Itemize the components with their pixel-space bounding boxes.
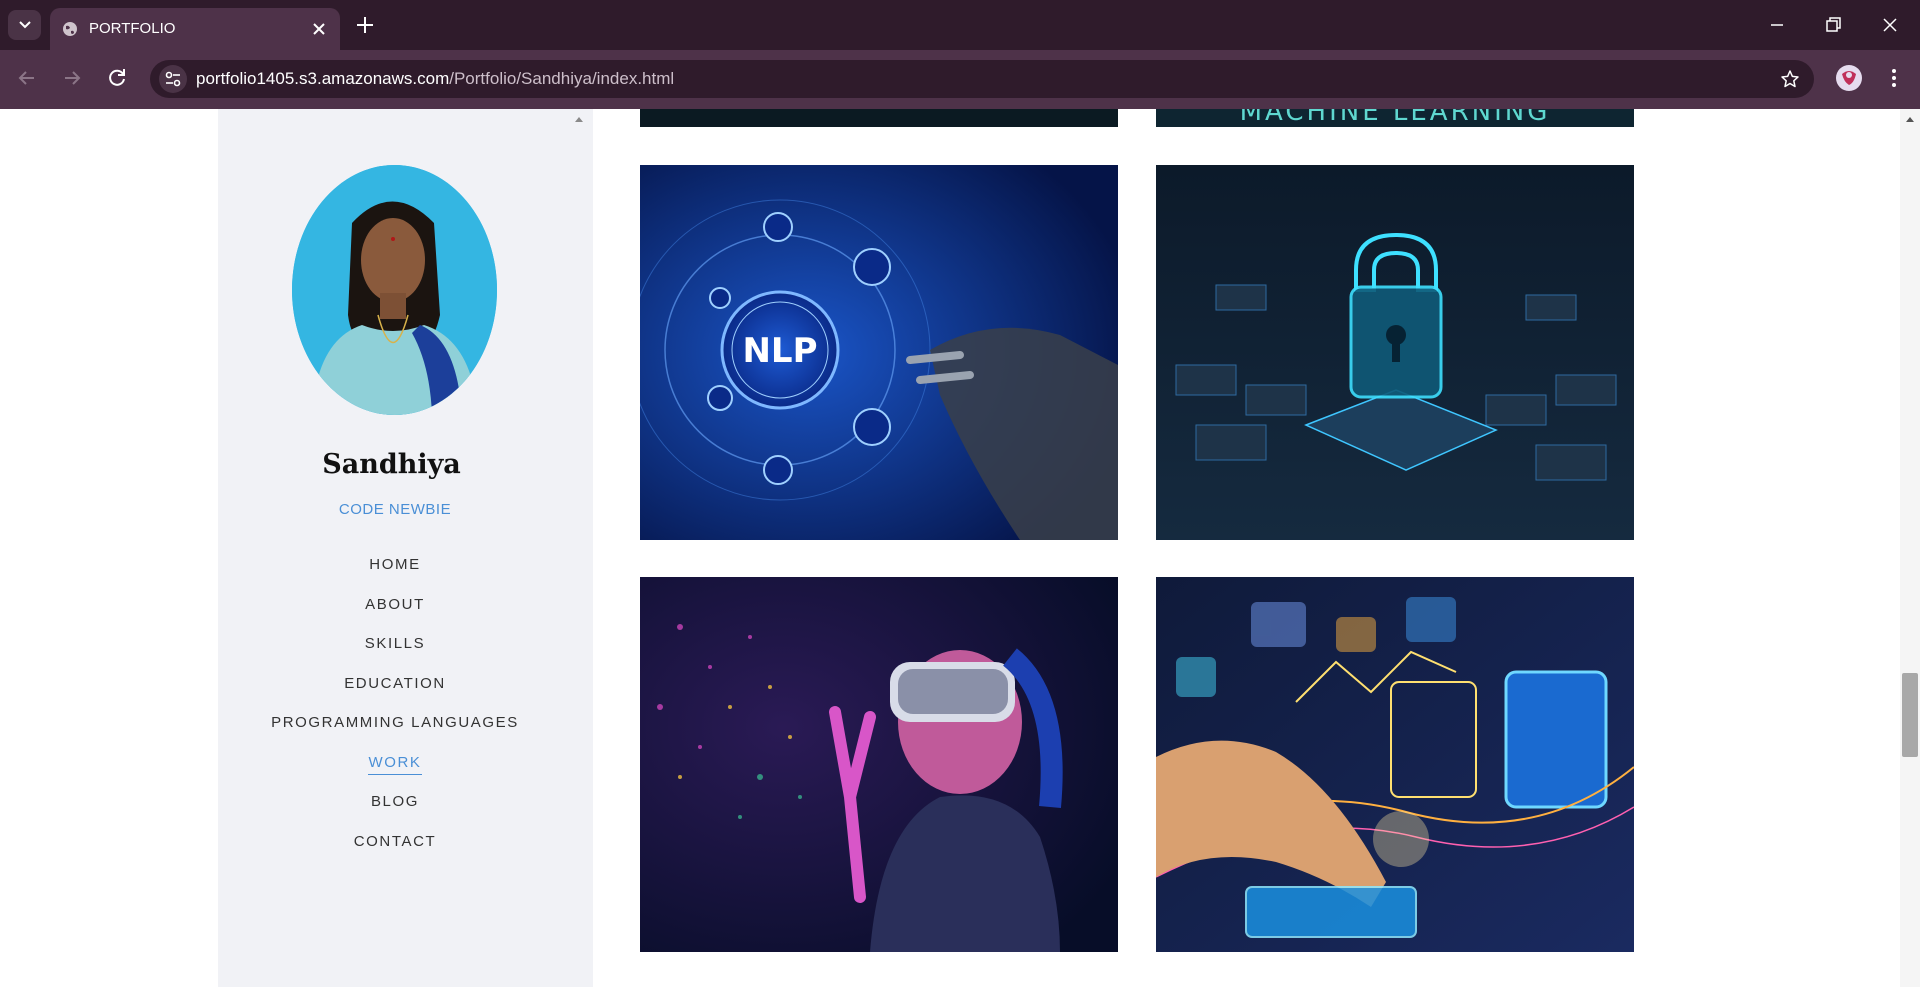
- nav-label[interactable]: WORK: [368, 754, 422, 775]
- profile-role: CODE NEWBIE: [338, 501, 452, 518]
- page-viewport: Sandhiya CODE NEWBIE HOME ABOUT SKILLS E…: [0, 109, 1900, 987]
- nav-item-programming-languages[interactable]: PROGRAMMING LANGUAGES: [218, 714, 572, 754]
- restore-icon[interactable]: [1822, 14, 1844, 36]
- nav-label[interactable]: SKILLS: [365, 635, 425, 655]
- work-image-vr-headset[interactable]: [640, 577, 1118, 952]
- page-scrollbar[interactable]: [1900, 109, 1920, 987]
- work-image-nlp[interactable]: NLP: [640, 165, 1118, 540]
- nav-label[interactable]: HOME: [369, 556, 420, 576]
- profile-avatar[interactable]: [1836, 65, 1862, 91]
- close-tab-icon[interactable]: [310, 20, 328, 38]
- reload-icon[interactable]: [104, 65, 130, 91]
- work-image-cyber-lock[interactable]: [1156, 165, 1634, 540]
- nav-label[interactable]: ABOUT: [365, 596, 425, 616]
- nav-label[interactable]: PROGRAMMING LANGUAGES: [271, 714, 519, 734]
- url-text: portfolio1405.s3.amazonaws.com/Portfolio…: [196, 69, 674, 89]
- nlp-label: NLP: [742, 331, 817, 371]
- menu-dots-icon[interactable]: [1884, 66, 1904, 90]
- toolbar: portfolio1405.s3.amazonaws.com/Portfolio…: [0, 50, 1920, 109]
- nav-item-skills[interactable]: SKILLS: [218, 635, 572, 675]
- nav-label[interactable]: CONTACT: [354, 833, 437, 853]
- nav-item-work[interactable]: WORK: [218, 754, 572, 794]
- nav-label[interactable]: BLOG: [371, 793, 419, 813]
- address-bar[interactable]: portfolio1405.s3.amazonaws.com/Portfolio…: [150, 60, 1814, 98]
- scroll-up-icon[interactable]: [1906, 117, 1914, 122]
- browser-chrome: PORTFOLIO portfolio1405.s3.amazonaws.com…: [0, 0, 1920, 109]
- profile-name: Sandhiya: [322, 449, 461, 480]
- globe-icon: [63, 22, 77, 36]
- sidebar-scroll-up-icon[interactable]: [575, 117, 583, 122]
- nav-item-education[interactable]: EDUCATION: [218, 675, 572, 715]
- url-path: /Portfolio/Sandhiya/index.html: [449, 69, 675, 88]
- banner-text: MACHINE LEARNING: [1239, 109, 1551, 127]
- main-nav: HOME ABOUT SKILLS EDUCATION PROGRAMMING …: [218, 556, 572, 872]
- tab-bar: PORTFOLIO: [0, 0, 1920, 50]
- tab-portfolio[interactable]: PORTFOLIO: [50, 8, 340, 50]
- nav-item-home[interactable]: HOME: [218, 556, 572, 596]
- profile-photo: [292, 165, 497, 415]
- work-image-digital-touch[interactable]: [1156, 577, 1634, 952]
- back-icon[interactable]: [14, 65, 40, 91]
- site-info-button[interactable]: [159, 65, 187, 93]
- nav-label[interactable]: EDUCATION: [344, 675, 446, 695]
- url-domain: portfolio1405.s3.amazonaws.com: [196, 69, 450, 88]
- minimize-icon[interactable]: [1766, 14, 1788, 36]
- scrollbar-thumb[interactable]: [1902, 673, 1918, 757]
- profile-icon: [1842, 71, 1856, 85]
- nav-item-blog[interactable]: BLOG: [218, 793, 572, 833]
- nav-item-about[interactable]: ABOUT: [218, 596, 572, 636]
- nav-item-contact[interactable]: CONTACT: [218, 833, 572, 873]
- chevron-down-icon: [18, 21, 31, 29]
- work-image-machine-learning[interactable]: MACHINE LEARNING: [1156, 109, 1634, 127]
- bookmark-star-icon[interactable]: [1780, 69, 1800, 89]
- close-window-icon[interactable]: [1879, 14, 1901, 36]
- tab-search-button[interactable]: [8, 10, 41, 40]
- tab-title: PORTFOLIO: [89, 20, 176, 37]
- new-tab-icon[interactable]: [354, 14, 376, 36]
- work-image-top-left[interactable]: [640, 109, 1118, 127]
- forward-icon[interactable]: [59, 65, 85, 91]
- tune-icon: [165, 71, 181, 87]
